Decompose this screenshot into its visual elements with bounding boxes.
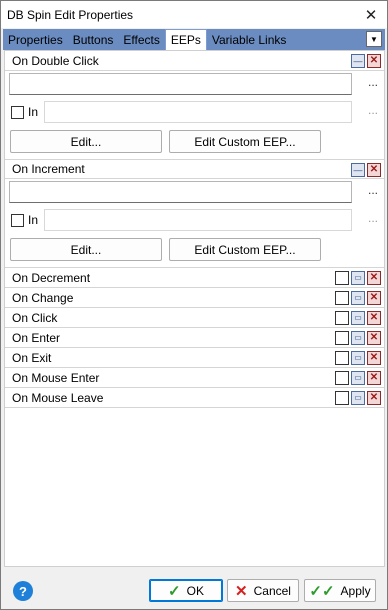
- in-field[interactable]: [44, 209, 352, 231]
- remove-icon[interactable]: ✕: [367, 311, 381, 325]
- in-row: In ...: [5, 207, 384, 235]
- expand-icon[interactable]: ▭: [351, 351, 365, 365]
- in-field[interactable]: [44, 101, 352, 123]
- enable-checkbox[interactable]: [335, 311, 349, 325]
- edit-custom-eep-button[interactable]: Edit Custom EEP...: [169, 130, 321, 153]
- event-row-on-change: On Change ▭ ✕: [5, 288, 384, 308]
- ok-label: OK: [186, 583, 204, 598]
- tab-variable-links[interactable]: Variable Links: [207, 29, 291, 50]
- checkmark-icon: ✓: [168, 582, 181, 600]
- section-label: On Increment: [12, 162, 85, 176]
- edit-button[interactable]: Edit...: [10, 130, 162, 153]
- event-row-on-exit: On Exit ▭ ✕: [5, 348, 384, 368]
- enable-checkbox[interactable]: [335, 331, 349, 345]
- button-row: Edit... Edit Custom EEP...: [5, 235, 384, 267]
- event-row-on-mouse-leave: On Mouse Leave ▭ ✕: [5, 388, 384, 408]
- event-row-on-click: On Click ▭ ✕: [5, 308, 384, 328]
- remove-icon[interactable]: ✕: [367, 291, 381, 305]
- remove-icon[interactable]: ✕: [367, 271, 381, 285]
- x-icon: ✕: [235, 582, 248, 600]
- tab-buttons[interactable]: Buttons: [68, 29, 119, 50]
- expression-row: ...: [5, 71, 384, 99]
- remove-icon[interactable]: ✕: [367, 54, 381, 68]
- remove-icon[interactable]: ✕: [367, 331, 381, 345]
- edit-button[interactable]: Edit...: [10, 238, 162, 261]
- help-icon[interactable]: ?: [13, 581, 33, 601]
- expand-icon[interactable]: ▭: [351, 291, 365, 305]
- ellipsis-button[interactable]: ...: [368, 75, 378, 89]
- dialog-footer: ? ✓ OK ✕ Cancel ✓✓ Apply: [1, 569, 387, 609]
- event-label: On Click: [12, 310, 58, 325]
- in-label: In: [28, 213, 39, 227]
- cancel-label: Cancel: [253, 583, 291, 598]
- section-label: On Double Click: [12, 53, 99, 68]
- expand-icon[interactable]: ▭: [351, 331, 365, 345]
- expression-field[interactable]: [9, 73, 352, 95]
- event-label: On Mouse Enter: [12, 370, 100, 385]
- apply-label: Apply: [340, 583, 371, 598]
- chevron-down-icon: ▼: [370, 34, 378, 44]
- event-list: On Decrement ▭ ✕ On Change ▭ ✕ On Click: [5, 267, 384, 408]
- remove-icon[interactable]: ✕: [367, 163, 381, 177]
- section-header-on-double-click: On Double Click — ✕: [5, 51, 384, 71]
- window-title: DB Spin Edit Properties: [7, 7, 134, 22]
- collapse-icon[interactable]: —: [351, 54, 365, 68]
- enable-checkbox[interactable]: [335, 271, 349, 285]
- in-label: In: [28, 105, 39, 119]
- in-ellipsis-button[interactable]: ...: [368, 103, 378, 117]
- title-bar: DB Spin Edit Properties ✕: [1, 1, 387, 28]
- remove-icon[interactable]: ✕: [367, 371, 381, 385]
- in-checkbox[interactable]: [11, 214, 24, 227]
- eep-panel: On Double Click — ✕ ... In ... Edit... E…: [4, 50, 385, 567]
- expand-icon[interactable]: ▭: [351, 311, 365, 325]
- in-ellipsis-button[interactable]: ...: [368, 211, 378, 225]
- in-checkbox[interactable]: [11, 106, 24, 119]
- expression-row: ...: [5, 179, 384, 207]
- tab-effects[interactable]: Effects: [118, 29, 164, 50]
- event-row-on-enter: On Enter ▭ ✕: [5, 328, 384, 348]
- remove-icon[interactable]: ✕: [367, 351, 381, 365]
- event-label: On Decrement: [12, 270, 91, 285]
- double-checkmark-icon: ✓✓: [309, 582, 335, 600]
- event-label: On Mouse Leave: [12, 390, 104, 405]
- ellipsis-button[interactable]: ...: [368, 183, 378, 197]
- tab-properties[interactable]: Properties: [3, 29, 68, 50]
- event-row-on-mouse-enter: On Mouse Enter ▭ ✕: [5, 368, 384, 388]
- tab-bar: Properties Buttons Effects EEPs Variable…: [3, 29, 385, 50]
- button-row: Edit... Edit Custom EEP...: [5, 127, 384, 159]
- expand-icon[interactable]: ▭: [351, 371, 365, 385]
- cancel-button[interactable]: ✕ Cancel: [227, 579, 299, 602]
- dialog-window: DB Spin Edit Properties ✕ Properties But…: [0, 0, 388, 610]
- enable-checkbox[interactable]: [335, 391, 349, 405]
- ok-button[interactable]: ✓ OK: [149, 579, 223, 602]
- close-icon[interactable]: ✕: [361, 5, 381, 25]
- enable-checkbox[interactable]: [335, 371, 349, 385]
- expand-icon[interactable]: ▭: [351, 391, 365, 405]
- event-row-on-decrement: On Decrement ▭ ✕: [5, 268, 384, 288]
- collapse-icon[interactable]: —: [351, 163, 365, 177]
- in-row: In ...: [5, 99, 384, 127]
- enable-checkbox[interactable]: [335, 351, 349, 365]
- event-label: On Exit: [12, 350, 52, 365]
- remove-icon[interactable]: ✕: [367, 391, 381, 405]
- edit-custom-eep-button[interactable]: Edit Custom EEP...: [169, 238, 321, 261]
- event-label: On Change: [12, 290, 74, 305]
- section-header-on-increment: On Increment — ✕: [5, 159, 384, 179]
- enable-checkbox[interactable]: [335, 291, 349, 305]
- event-label: On Enter: [12, 330, 61, 345]
- expression-field[interactable]: [9, 181, 352, 203]
- expand-icon[interactable]: ▭: [351, 271, 365, 285]
- apply-button[interactable]: ✓✓ Apply: [304, 579, 376, 602]
- tab-dropdown-button[interactable]: ▼: [366, 31, 382, 47]
- tab-eeps[interactable]: EEPs: [164, 29, 207, 50]
